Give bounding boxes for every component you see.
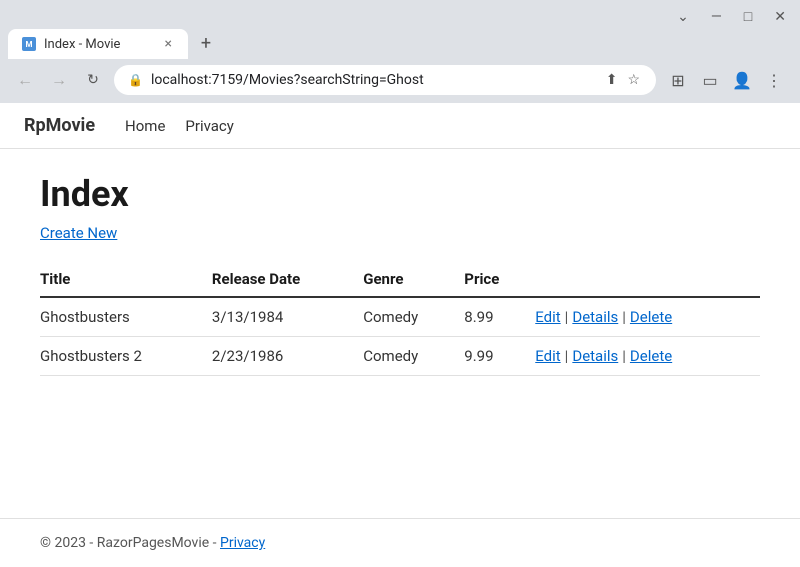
- close-button[interactable]: ✕: [768, 7, 792, 27]
- address-icons: ⬆ ☆: [604, 70, 642, 90]
- address-bar[interactable]: 🔒 localhost:7159/Movies?searchString=Gho…: [114, 65, 656, 95]
- movie-price-2: 9.99: [464, 337, 535, 376]
- col-release-date: Release Date: [212, 262, 363, 297]
- minimize-button[interactable]: —: [705, 7, 728, 27]
- table-row: Ghostbusters 3/13/1984 Comedy 8.99 Edit …: [40, 297, 760, 337]
- details-link-2[interactable]: Details: [572, 347, 618, 365]
- edit-link-2[interactable]: Edit: [535, 347, 560, 365]
- share-icon[interactable]: ⬆: [604, 70, 620, 90]
- movie-release-1: 3/13/1984: [212, 297, 363, 337]
- movie-price-1: 8.99: [464, 297, 535, 337]
- create-new-link[interactable]: Create New: [40, 224, 117, 242]
- star-icon[interactable]: ☆: [625, 70, 642, 90]
- edit-link-1[interactable]: Edit: [535, 308, 560, 326]
- back-button[interactable]: ←: [12, 67, 38, 93]
- footer-copyright: © 2023 - RazorPagesMovie -: [40, 535, 217, 551]
- movie-genre-1: Comedy: [363, 297, 464, 337]
- address-bar-row: ← → ↻ 🔒 localhost:7159/Movies?searchStri…: [0, 59, 800, 103]
- nav-privacy-link[interactable]: Privacy: [185, 117, 233, 135]
- tab-favicon: M: [22, 37, 36, 51]
- chevron-down-icon[interactable]: ⌄: [671, 7, 695, 27]
- table-body: Ghostbusters 3/13/1984 Comedy 8.99 Edit …: [40, 297, 760, 376]
- separator-3: |: [565, 347, 569, 365]
- movie-actions-1: Edit | Details | Delete: [535, 297, 760, 337]
- tab-close-button[interactable]: ×: [163, 36, 174, 52]
- title-bar-controls: ⌄ — □ ✕: [671, 6, 792, 27]
- tab-bar: M Index - Movie × +: [0, 29, 800, 59]
- separator-4: |: [622, 347, 626, 365]
- browser-toolbar: ⊞ ▭ 👤 ⋮: [664, 66, 788, 94]
- menu-icon[interactable]: ⋮: [760, 66, 788, 94]
- movie-actions-2: Edit | Details | Delete: [535, 337, 760, 376]
- nav-home-link[interactable]: Home: [125, 117, 165, 135]
- extensions-icon[interactable]: ⊞: [664, 66, 692, 94]
- delete-link-1[interactable]: Delete: [630, 308, 672, 326]
- details-link-1[interactable]: Details: [572, 308, 618, 326]
- layout-icon[interactable]: ▭: [696, 66, 724, 94]
- browser-chrome: ⌄ — □ ✕ M Index - Movie × + ← → ↻ 🔒 loca…: [0, 0, 800, 103]
- separator-2: |: [622, 308, 626, 326]
- col-genre: Genre: [363, 262, 464, 297]
- tab-title: Index - Movie: [44, 37, 155, 52]
- site-brand: RpMovie: [24, 115, 95, 136]
- site-nav: RpMovie Home Privacy: [0, 103, 800, 149]
- title-bar: ⌄ — □ ✕: [0, 0, 800, 27]
- separator-1: |: [565, 308, 569, 326]
- address-text: localhost:7159/Movies?searchString=Ghost: [151, 72, 596, 88]
- col-price: Price: [464, 262, 535, 297]
- lock-icon: 🔒: [128, 73, 143, 87]
- refresh-button[interactable]: ↻: [80, 67, 106, 93]
- new-tab-button[interactable]: +: [192, 29, 220, 57]
- movie-title-1: Ghostbusters: [40, 297, 212, 337]
- forward-button[interactable]: →: [46, 67, 72, 93]
- page-content: RpMovie Home Privacy Index Create New Ti…: [0, 103, 800, 558]
- col-title: Title: [40, 262, 212, 297]
- movie-title-2: Ghostbusters 2: [40, 337, 212, 376]
- movie-genre-2: Comedy: [363, 337, 464, 376]
- col-actions: [535, 262, 760, 297]
- movie-release-2: 2/23/1986: [212, 337, 363, 376]
- delete-link-2[interactable]: Delete: [630, 347, 672, 365]
- page-title: Index: [40, 173, 760, 215]
- footer-privacy-link[interactable]: Privacy: [220, 535, 265, 551]
- active-tab[interactable]: M Index - Movie ×: [8, 29, 188, 59]
- maximize-button[interactable]: □: [738, 6, 758, 27]
- table-row: Ghostbusters 2 2/23/1986 Comedy 9.99 Edi…: [40, 337, 760, 376]
- table-header: Title Release Date Genre Price: [40, 262, 760, 297]
- movies-table: Title Release Date Genre Price Ghostbust…: [40, 262, 760, 376]
- profile-icon[interactable]: 👤: [728, 66, 756, 94]
- main-content: Index Create New Title Release Date Genr…: [0, 149, 800, 400]
- site-footer: © 2023 - RazorPagesMovie - Privacy: [0, 518, 800, 558]
